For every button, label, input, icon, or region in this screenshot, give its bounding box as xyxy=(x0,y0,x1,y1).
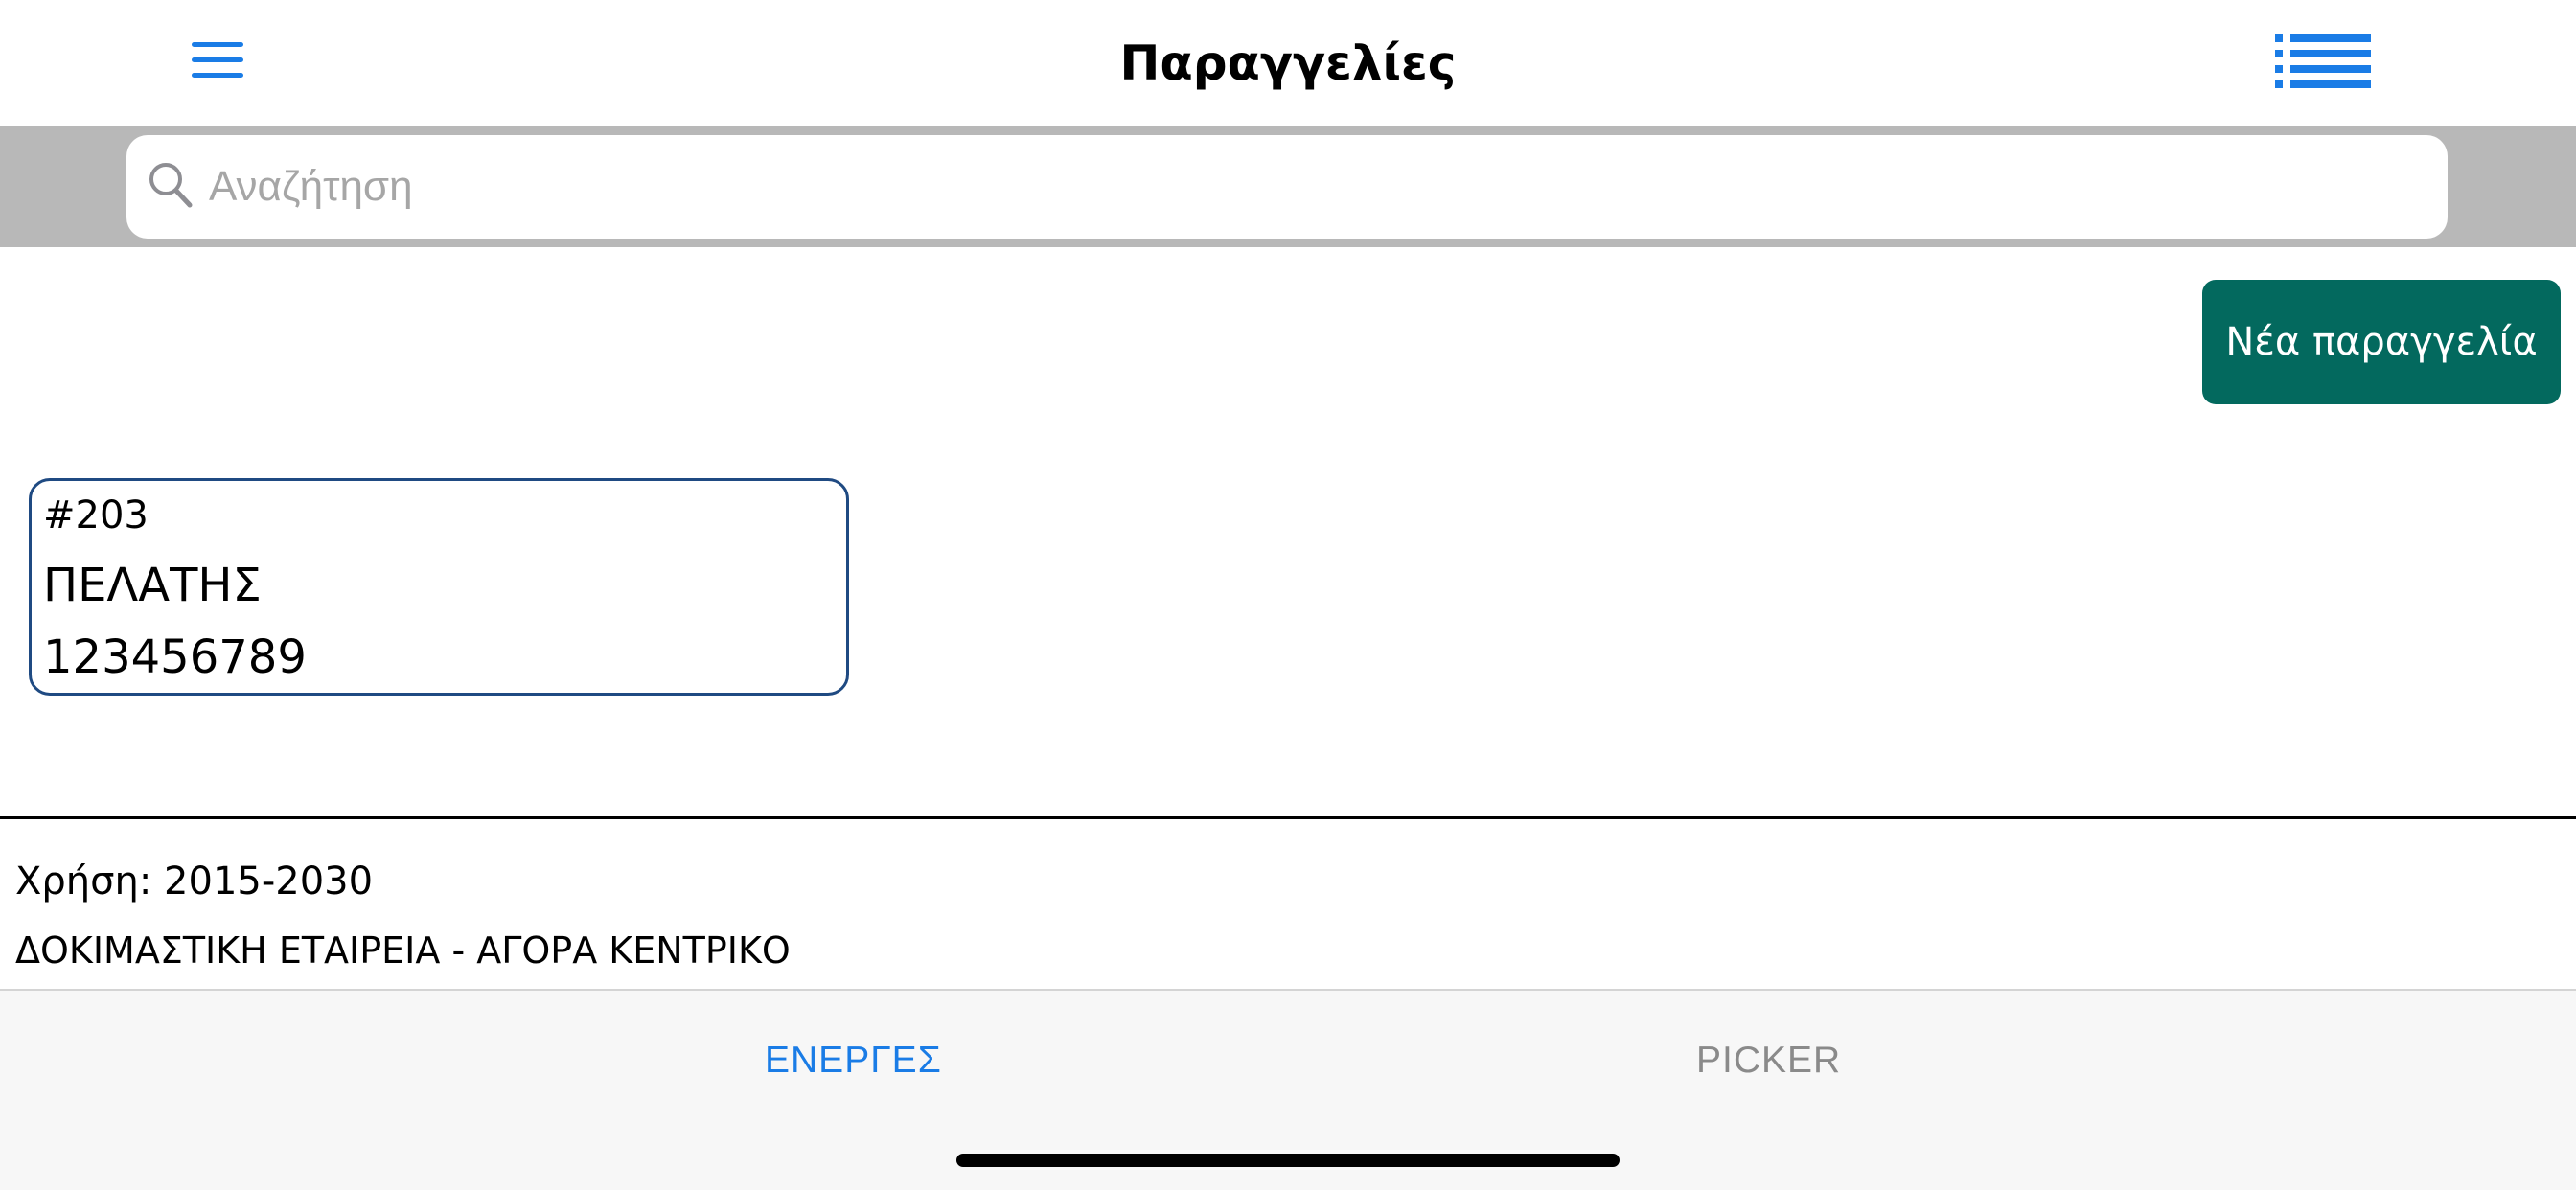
order-number: #203 xyxy=(43,493,149,538)
tab-active-orders[interactable]: ΕΝΕΡΓΕΣ xyxy=(765,1037,942,1085)
page-title: Παραγγελίες xyxy=(1119,35,1457,91)
search-icon xyxy=(148,161,194,209)
order-phone: 123456789 xyxy=(43,630,307,684)
search-input[interactable] xyxy=(209,153,2413,220)
order-customer: ΠΕΛΑΤΗΣ xyxy=(43,559,262,612)
home-indicator[interactable] xyxy=(956,1154,1620,1167)
fiscal-year-label: Χρήση: 2015-2030 xyxy=(15,859,374,904)
company-name-label: ΔΟΚΙΜΑΣΤΙΚΗ ΕΤΑΙΡΕΙΑ - ΑΓΟΡΑ ΚΕΝΤΡΙΚΟ xyxy=(15,929,791,972)
order-card[interactable]: #203 ΠΕΛΑΤΗΣ 123456789 xyxy=(29,478,849,696)
footer-divider xyxy=(0,816,2576,819)
new-order-button[interactable]: Νέα παραγγελία xyxy=(2202,280,2561,404)
navigation-bar: Παραγγελίες xyxy=(0,0,2576,126)
tab-picker[interactable]: PICKER xyxy=(1696,1037,1841,1085)
hamburger-menu-icon[interactable] xyxy=(190,40,247,82)
list-view-icon[interactable] xyxy=(2273,34,2373,90)
